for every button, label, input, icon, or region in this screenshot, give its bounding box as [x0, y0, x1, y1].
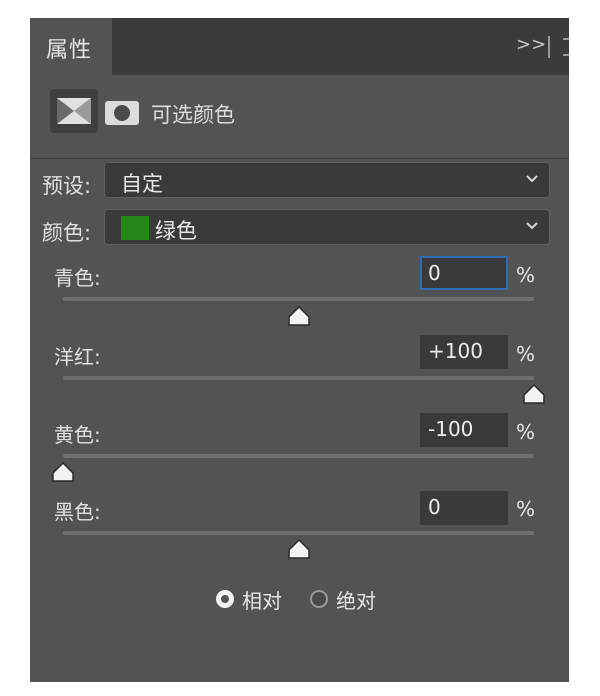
color-swatch [121, 216, 149, 240]
cyan-label: 青色: [54, 266, 101, 290]
cyan-input[interactable]: 0 [420, 256, 508, 290]
magenta-input[interactable]: +100 [420, 335, 508, 369]
relative-radio[interactable] [216, 590, 234, 608]
properties-panel: 属性 >> 可选颜色 预设: 自定 颜色: 绿色 青色: 0 % 洋红: +10… [30, 18, 569, 682]
yellow-slider-thumb[interactable] [51, 462, 75, 482]
yellow-slider-track[interactable] [63, 454, 534, 458]
tab-properties[interactable]: 属性 [30, 18, 112, 75]
magenta-slider-thumb[interactable] [522, 384, 546, 404]
color-value: 绿色 [155, 219, 197, 243]
black-unit: % [516, 497, 536, 521]
header-divider [30, 158, 569, 159]
preset-select[interactable]: 自定 [104, 162, 550, 198]
cyan-unit: % [516, 263, 536, 287]
chevron-down-icon [526, 222, 538, 230]
layer-mask-icon[interactable] [105, 101, 139, 125]
adjustment-header: 可选颜色 [30, 75, 569, 147]
panel-menu-icon[interactable] [563, 38, 569, 56]
magenta-label: 洋红: [54, 345, 101, 369]
adjustment-title: 可选颜色 [151, 103, 235, 127]
relative-label: 相对 [242, 589, 282, 613]
color-label: 颜色: [42, 221, 92, 245]
yellow-unit: % [516, 420, 536, 444]
preset-value: 自定 [121, 172, 163, 196]
panel-tabbar: 属性 >> [30, 18, 569, 75]
tab-properties-label: 属性 [46, 38, 93, 63]
magenta-slider-track[interactable] [63, 376, 534, 380]
color-select[interactable]: 绿色 [104, 209, 550, 245]
absolute-label: 绝对 [336, 589, 376, 613]
cyan-slider-track[interactable] [63, 297, 534, 301]
tab-divider [548, 36, 550, 58]
collapse-icon[interactable]: >> [516, 34, 546, 55]
black-label: 黑色: [54, 500, 101, 524]
chevron-down-icon [526, 175, 538, 183]
black-slider-track[interactable] [63, 531, 534, 535]
black-input[interactable]: 0 [420, 491, 508, 525]
black-slider-thumb[interactable] [287, 539, 311, 559]
magenta-unit: % [516, 342, 536, 366]
preset-label: 预设: [42, 174, 92, 198]
yellow-label: 黄色: [54, 423, 101, 447]
selective-color-icon[interactable] [50, 89, 98, 133]
absolute-radio[interactable] [310, 590, 328, 608]
yellow-input[interactable]: -100 [420, 413, 508, 447]
cyan-slider-thumb[interactable] [287, 306, 311, 326]
